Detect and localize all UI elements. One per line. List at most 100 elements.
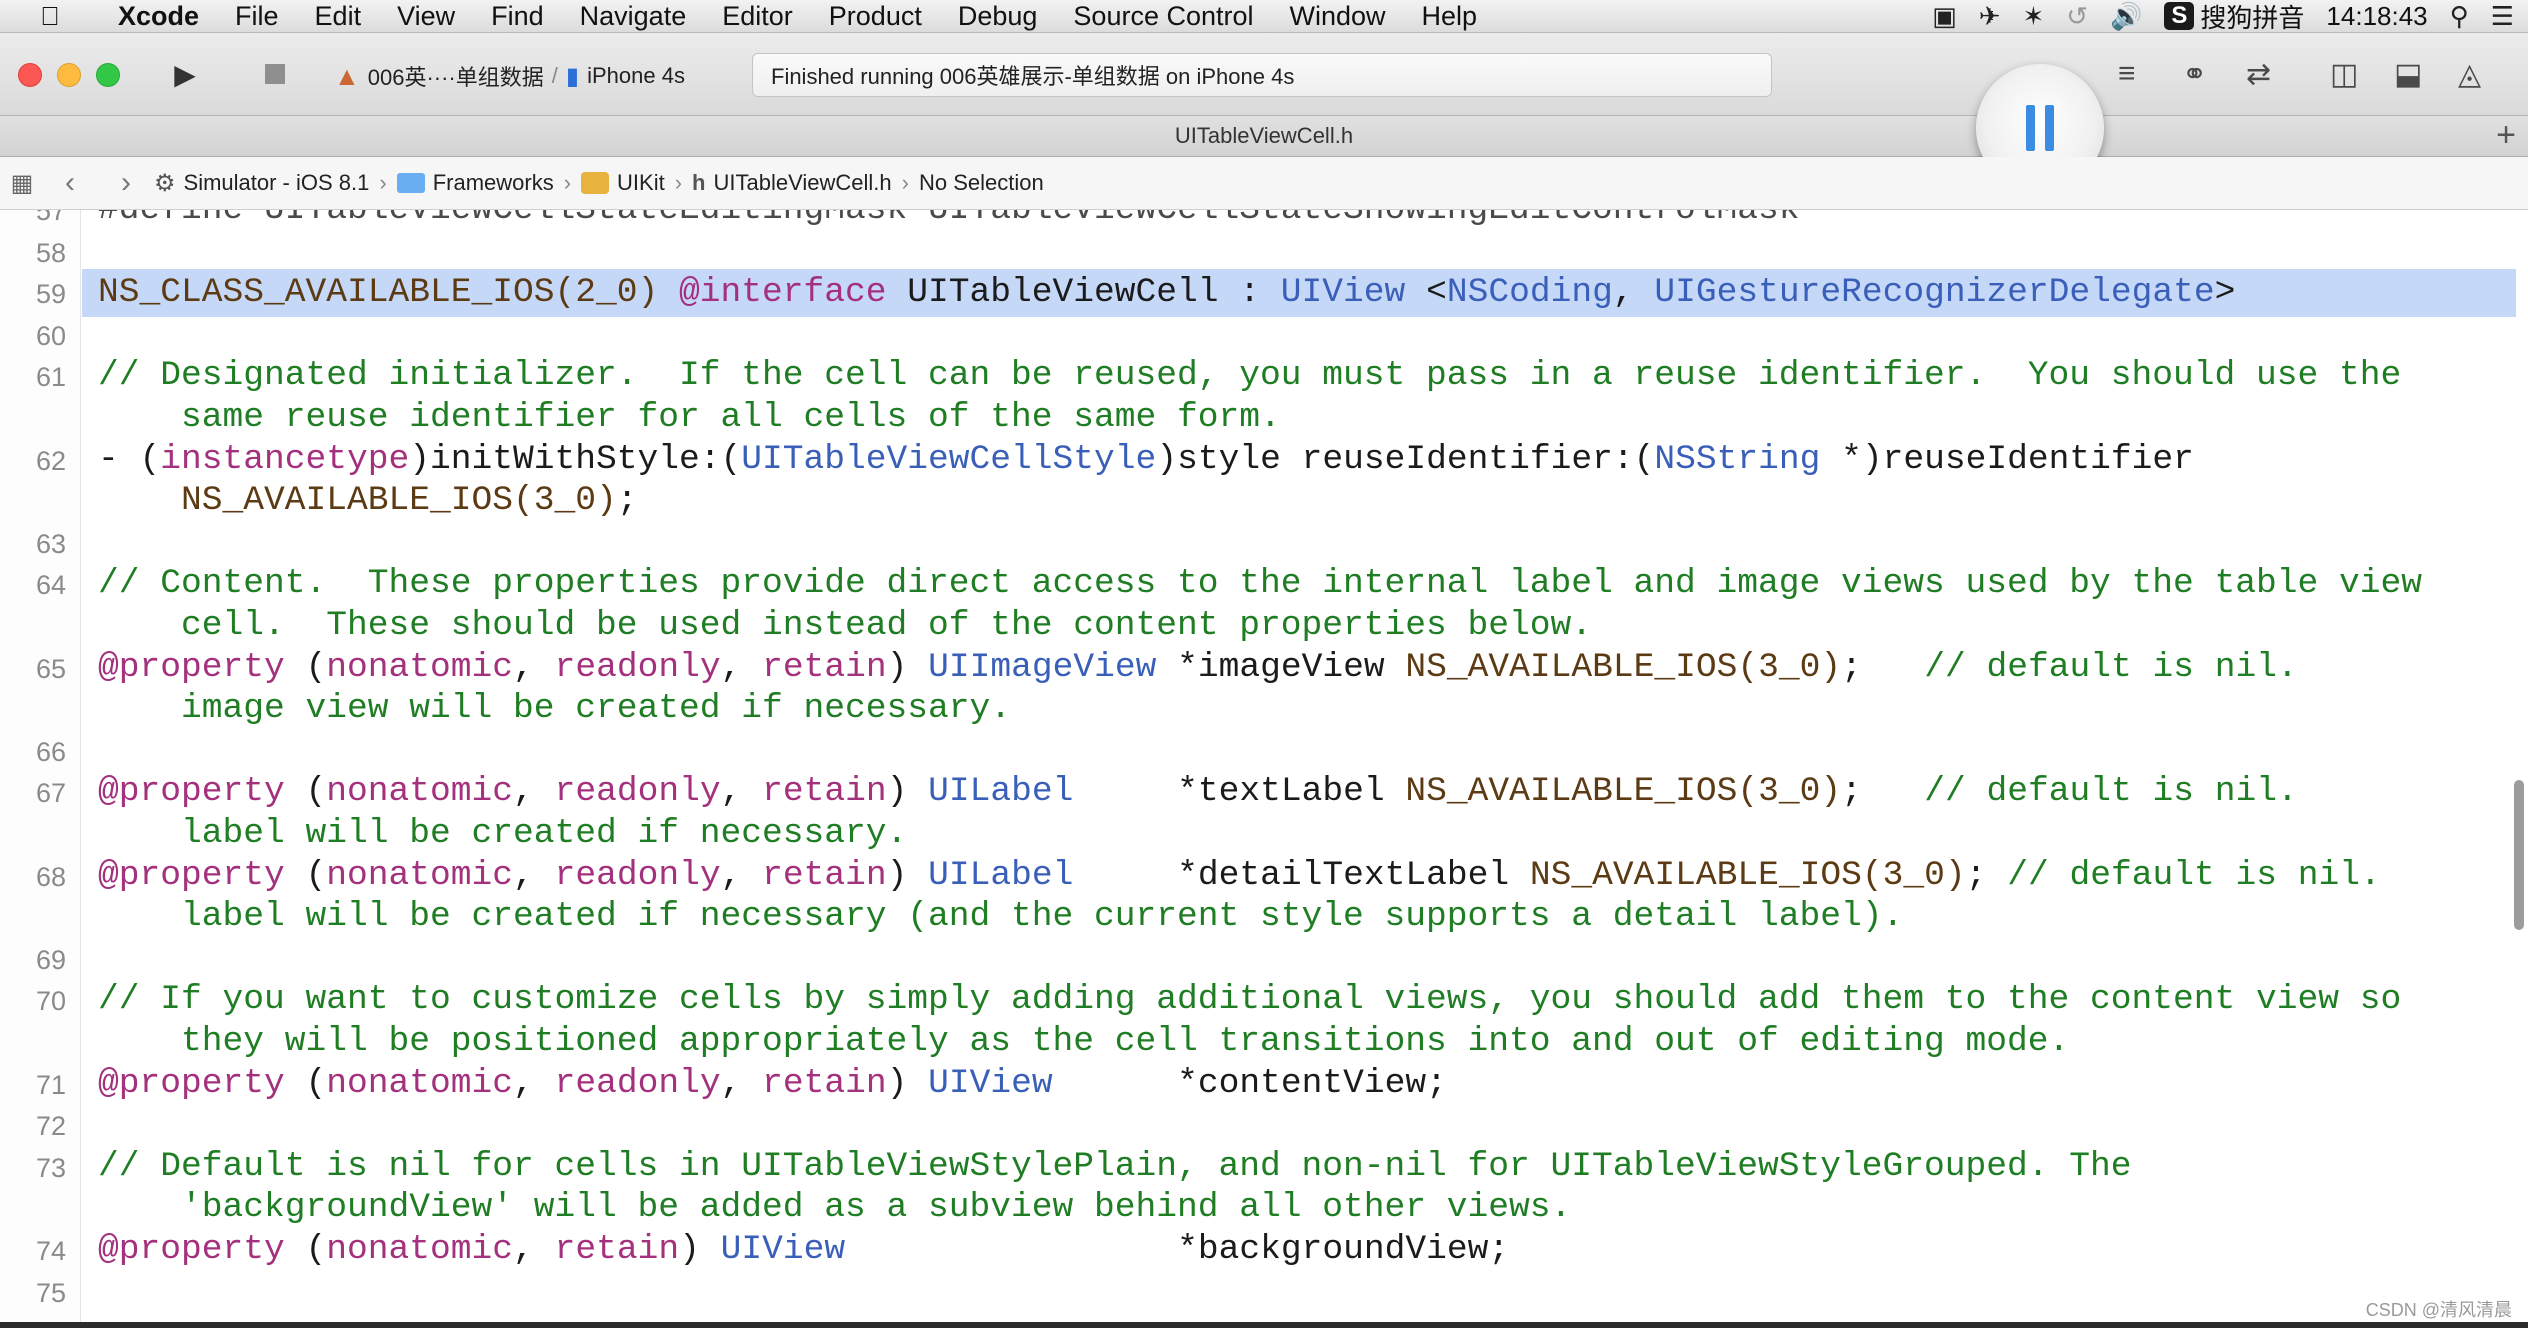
apple-menu-icon[interactable]:  [0,1,100,32]
menu-navigate[interactable]: Navigate [562,1,705,32]
spotlight-search-icon[interactable]: ⚲ [2450,1,2469,32]
code-line[interactable]: image view will be created if necessary. [0,689,2528,731]
code-line[interactable]: 62 - (instancetype)initWithStyle:(UITable… [0,440,2528,482]
code-line[interactable]: 60 [0,315,2528,357]
code-line[interactable]: 72 [0,1105,2528,1147]
code-line[interactable]: 69 [0,939,2528,981]
code-token: ; [1841,772,1925,812]
menu-edit[interactable]: Edit [297,1,380,32]
notification-center-icon[interactable]: ☰ [2491,1,2514,32]
toggle-debug-area-icon[interactable]: ⬓ [2394,57,2422,92]
code-line[interactable]: 61 // Designated initializer. If the cell… [0,356,2528,398]
code-line[interactable]: 75 [0,1272,2528,1314]
menu-help[interactable]: Help [1404,1,1496,32]
menu-window[interactable]: Window [1272,1,1404,32]
vertical-scrollbar[interactable] [2514,780,2524,930]
menu-app-name[interactable]: Xcode [100,1,217,32]
code-text: label will be created if necessary (and … [98,897,1903,936]
code-text: // Content. These properties provide dir… [98,564,2422,603]
code-line[interactable]: 58 [0,232,2528,274]
menu-find[interactable]: Find [473,1,562,32]
input-method-menu[interactable]: S 搜狗拼音 [2164,0,2304,35]
code-token: @interface [679,273,887,313]
stop-button[interactable] [246,53,304,95]
play-icon: ▶ [174,58,196,90]
code-token: readonly [554,855,721,895]
breadcrumb-simulator[interactable]: ⚙ Simulator - iOS 8.1 [154,169,369,198]
source-editor[interactable]: 57 #define UITableViewCellStateEditingMas… [0,210,2528,1322]
code-token: ; [1965,855,2008,895]
toggle-navigator-icon[interactable]: ◫ [2330,57,2358,92]
code-line[interactable]: same reuse identifier for all cells of t… [0,398,2528,440]
code-token: , [720,647,763,687]
minimize-window-button[interactable] [57,63,81,87]
code-text: label will be created if necessary. [98,814,907,853]
code-line[interactable]: 70 // If you want to customize cells by s… [0,980,2528,1022]
code-line[interactable]: NS_AVAILABLE_IOS(3_0); [0,481,2528,523]
code-line[interactable]: 71 @property (nonatomic, readonly, retain… [0,1064,2528,1106]
menu-editor[interactable]: Editor [704,1,811,32]
code-token: UIView [720,1230,846,1269]
code-line[interactable]: 73 // Default is nil for cells in UITable… [0,1147,2528,1189]
standard-editor-icon[interactable]: ≡ [2118,57,2136,91]
code-token: , [513,772,555,812]
airplane-icon[interactable]: ✈ [1979,1,2001,32]
code-token: retain [762,855,887,895]
menu-file[interactable]: File [217,1,297,32]
code-token: UIImageView [928,647,1157,687]
code-line[interactable]: label will be created if necessary. [0,814,2528,856]
run-button[interactable]: ▶ [156,53,214,95]
clock[interactable]: 14:18:43 [2326,1,2427,32]
scheme-name[interactable]: 006英····单组数据 [368,60,544,92]
menu-debug[interactable]: Debug [940,1,1056,32]
add-tab-button[interactable]: + [2496,116,2516,156]
time-machine-icon[interactable]: ↺ [2066,1,2088,32]
code-token: // Default is nil for cells in UITableVi… [98,1146,2132,1186]
toggle-utilities-icon[interactable]: ◬ [2458,57,2481,92]
zoom-window-button[interactable] [96,63,120,87]
code-line[interactable]: 65 @property (nonatomic, readonly, retain… [0,648,2528,690]
code-line[interactable]: they will be positioned appropriately as… [0,1022,2528,1064]
code-line[interactable]: 57 #define UITableViewCellStateEditingMas… [0,210,2528,232]
volume-icon[interactable]: 🔊 [2110,1,2142,32]
code-text: cell. These should be used instead of th… [98,606,1592,645]
code-line[interactable]: 64 // Content. These properties provide d… [0,564,2528,606]
stop-icon [265,64,285,84]
menu-view[interactable]: View [379,1,473,32]
breadcrumb-frameworks[interactable]: Frameworks [396,170,554,196]
breadcrumb-file[interactable]: h UITableViewCell.h [692,170,892,196]
tab-uitableviewcell-h[interactable]: UITableViewCell.h [0,116,2528,156]
breadcrumb-label: UITableViewCell.h [713,170,892,195]
code-line[interactable]: 67 @property (nonatomic, readonly, retain… [0,772,2528,814]
menu-source-control[interactable]: Source Control [1055,1,1271,32]
code-line[interactable]: 59 NS_CLASS_AVAILABLE_IOS(2_0) @interface… [0,269,2528,318]
code-token: ( [284,855,327,895]
code-line[interactable]: 74 @property (nonatomic, retain) UIView *… [0,1230,2528,1272]
breadcrumb-uikit[interactable]: UIKit [581,170,665,196]
code-token: @property [98,772,285,812]
menu-product[interactable]: Product [811,1,940,32]
code-line[interactable]: 68 @property (nonatomic, readonly, retain… [0,856,2528,898]
line-number: 68 [35,861,66,892]
assistant-editor-icon[interactable]: ⚭ [2182,57,2207,92]
device-name[interactable]: iPhone 4s [587,63,685,89]
jump-bar: ▦ ‹ › ⚙ Simulator - iOS 8.1 › Frameworks… [0,157,2528,210]
code-line[interactable]: 'backgroundView' will be added as a subv… [0,1188,2528,1230]
scheme-selector[interactable]: ▲ 006英····单组数据 / ▮ iPhone 4s [334,59,685,93]
screen-record-icon[interactable]: ▣ [1932,1,1957,32]
code-line[interactable]: cell. These should be used instead of th… [0,606,2528,648]
line-number: 63 [35,528,66,559]
code-line[interactable]: 63 [0,523,2528,565]
back-arrow-icon[interactable]: ‹ [42,166,98,200]
related-items-icon[interactable]: ▦ [2,169,42,198]
code-line[interactable]: 66 [0,731,2528,773]
code-line[interactable]: label will be created if necessary (and … [0,897,2528,939]
close-window-button[interactable] [18,63,42,87]
version-editor-icon[interactable]: ⇄ [2246,57,2271,92]
code-token: ) [886,772,929,812]
sogou-input-icon: S [2164,2,2195,30]
bluetooth-icon[interactable]: ✶ [2022,1,2044,32]
forward-arrow-icon[interactable]: › [98,166,154,200]
breadcrumb-selection[interactable]: No Selection [919,170,1044,196]
code-token: ; [1841,647,1925,687]
